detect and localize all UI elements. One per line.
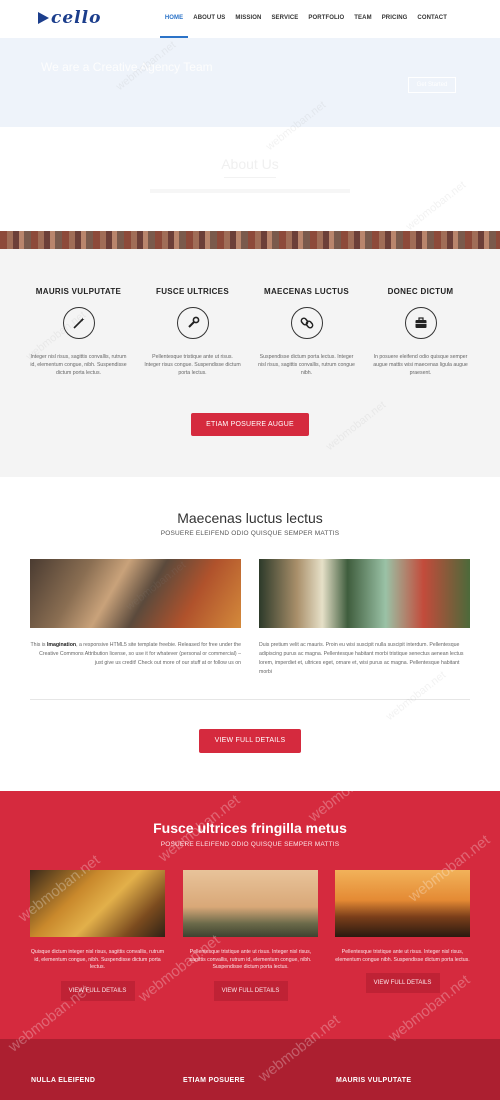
feature-title: MAURIS VULPUTATE <box>35 287 122 296</box>
garden-statue-image <box>259 559 470 628</box>
feature-donec-dictum: DONEC DICTUM In posuere eleifend odio qu… <box>368 249 473 377</box>
imagination-link[interactable]: Imagination <box>47 642 76 648</box>
view-full-details-button[interactable]: VIEW FULL DETAILS <box>213 980 288 1001</box>
card-3: Pellentesque tristique ante ut risus. In… <box>335 870 470 993</box>
features-section: MAURIS VULPUTATE Integer nisl risus, sag… <box>0 249 500 477</box>
nav-service[interactable]: SERVICE <box>266 0 303 38</box>
nav-mission[interactable]: MISSION <box>230 0 266 38</box>
card-text: Pellentesque tristique ante ut risus. In… <box>189 949 312 970</box>
autumn-leaves-strip-image <box>0 231 500 249</box>
etiam-posuere-augue-button[interactable]: ETIAM POSUERE AUGUE <box>191 413 309 436</box>
view-full-details-button[interactable]: VIEW FULL DETAILS <box>199 729 301 753</box>
magic-wand-icon <box>62 307 95 339</box>
logo-text: cello <box>51 8 102 28</box>
tower-sunset-image <box>183 870 318 937</box>
main-nav: HOME ABOUT US MISSION SERVICE PORTFOLIO … <box>159 0 452 38</box>
nav-portfolio[interactable]: PORTFOLIO <box>303 0 349 38</box>
right-paragraph: Duis pretium velit ac mauris. Proin eu w… <box>259 642 464 675</box>
feature-title: DONEC DICTUM <box>387 287 454 296</box>
about-title: About Us <box>221 156 279 172</box>
footer-heading: ETIAM POSUERE <box>183 1077 245 1084</box>
feature-fusce-ultrices: FUSCE ULTRICES Pellentesque tristique an… <box>140 249 245 377</box>
about-section: About Us <box>0 127 500 231</box>
get-started-button[interactable]: Get Started <box>408 77 456 93</box>
logo[interactable]: cello <box>38 8 101 28</box>
trees-sunset-image <box>335 870 470 937</box>
card-text: Pellentesque tristique ante ut risus. In… <box>335 949 470 963</box>
card-1: Quisque dictum integer nisl risus, sagit… <box>30 870 165 1001</box>
nav-contact[interactable]: CONTACT <box>412 0 452 38</box>
fusce-section: Fusce ultrices fringilla metus POSUERE E… <box>0 791 500 1039</box>
footer-heading: MAURIS VULPUTATE <box>336 1077 412 1084</box>
feature-title: MAECENAS LUCTUS <box>264 287 349 296</box>
view-full-details-button[interactable]: VIEW FULL DETAILS <box>60 980 135 1001</box>
section-title: Maecenas luctus lectus <box>177 510 323 526</box>
chain-link-icon <box>290 307 323 339</box>
hero-banner: We are a Creative Agency Team Get Starte… <box>0 38 500 127</box>
feature-title: FUSCE ULTRICES <box>156 287 229 296</box>
feature-text: In posuere eleifend odio quisque semper … <box>373 354 468 376</box>
card-2: Pellentesque tristique ante ut risus. In… <box>183 870 318 1001</box>
card-text: Quisque dictum integer nisl risus, sagit… <box>30 949 165 970</box>
feature-text: Pellentesque tristique ante ut risus. In… <box>144 354 241 376</box>
divider <box>30 699 470 700</box>
feature-text: Integer nisl risus, sagittis convallis, … <box>30 354 127 376</box>
nav-team[interactable]: TEAM <box>349 0 376 38</box>
maecenas-section: Maecenas luctus lectus POSUERE ELEIFEND … <box>0 477 500 791</box>
feature-mauris-vulputate: MAURIS VULPUTATE Integer nisl risus, sag… <box>26 249 131 377</box>
feature-text: Suspendisse dictum porta lectus. Integer… <box>258 354 355 376</box>
nav-about-us[interactable]: ABOUT US <box>188 0 230 38</box>
forest-floor-image <box>30 559 241 628</box>
left-text-pre: This is <box>30 642 47 648</box>
hero-title: We are a Creative Agency Team <box>41 60 213 74</box>
view-full-details-button[interactable]: VIEW FULL DETAILS <box>365 973 440 993</box>
autumn-leaves-image <box>30 870 165 937</box>
about-divider <box>224 177 276 178</box>
site-header: cello HOME ABOUT US MISSION SERVICE PORT… <box>0 0 500 38</box>
about-subtitle-placeholder <box>150 189 350 193</box>
left-paragraph: This is Imagination, a responsive HTML5 … <box>30 641 241 668</box>
site-footer: NULLA ELEIFEND ETIAM POSUERE MAURIS VULP… <box>0 1039 500 1100</box>
section-title: Fusce ultrices fringilla metus <box>153 820 347 836</box>
section-subtitle: POSUERE ELEIFEND ODIO QUISQUE SEMPER MAT… <box>160 530 340 537</box>
briefcase-icon <box>404 307 437 339</box>
wrench-icon <box>176 307 209 339</box>
nav-home[interactable]: HOME <box>159 0 189 38</box>
section-subtitle: POSUERE ELEIFEND ODIO QUISQUE SEMPER MAT… <box>160 841 340 848</box>
footer-heading: NULLA ELEIFEND <box>31 1077 96 1084</box>
feature-maecenas-luctus: MAECENAS LUCTUS Suspendisse dictum porta… <box>254 249 359 377</box>
logo-arrow-icon <box>38 12 49 24</box>
nav-pricing[interactable]: PRICING <box>377 0 413 38</box>
